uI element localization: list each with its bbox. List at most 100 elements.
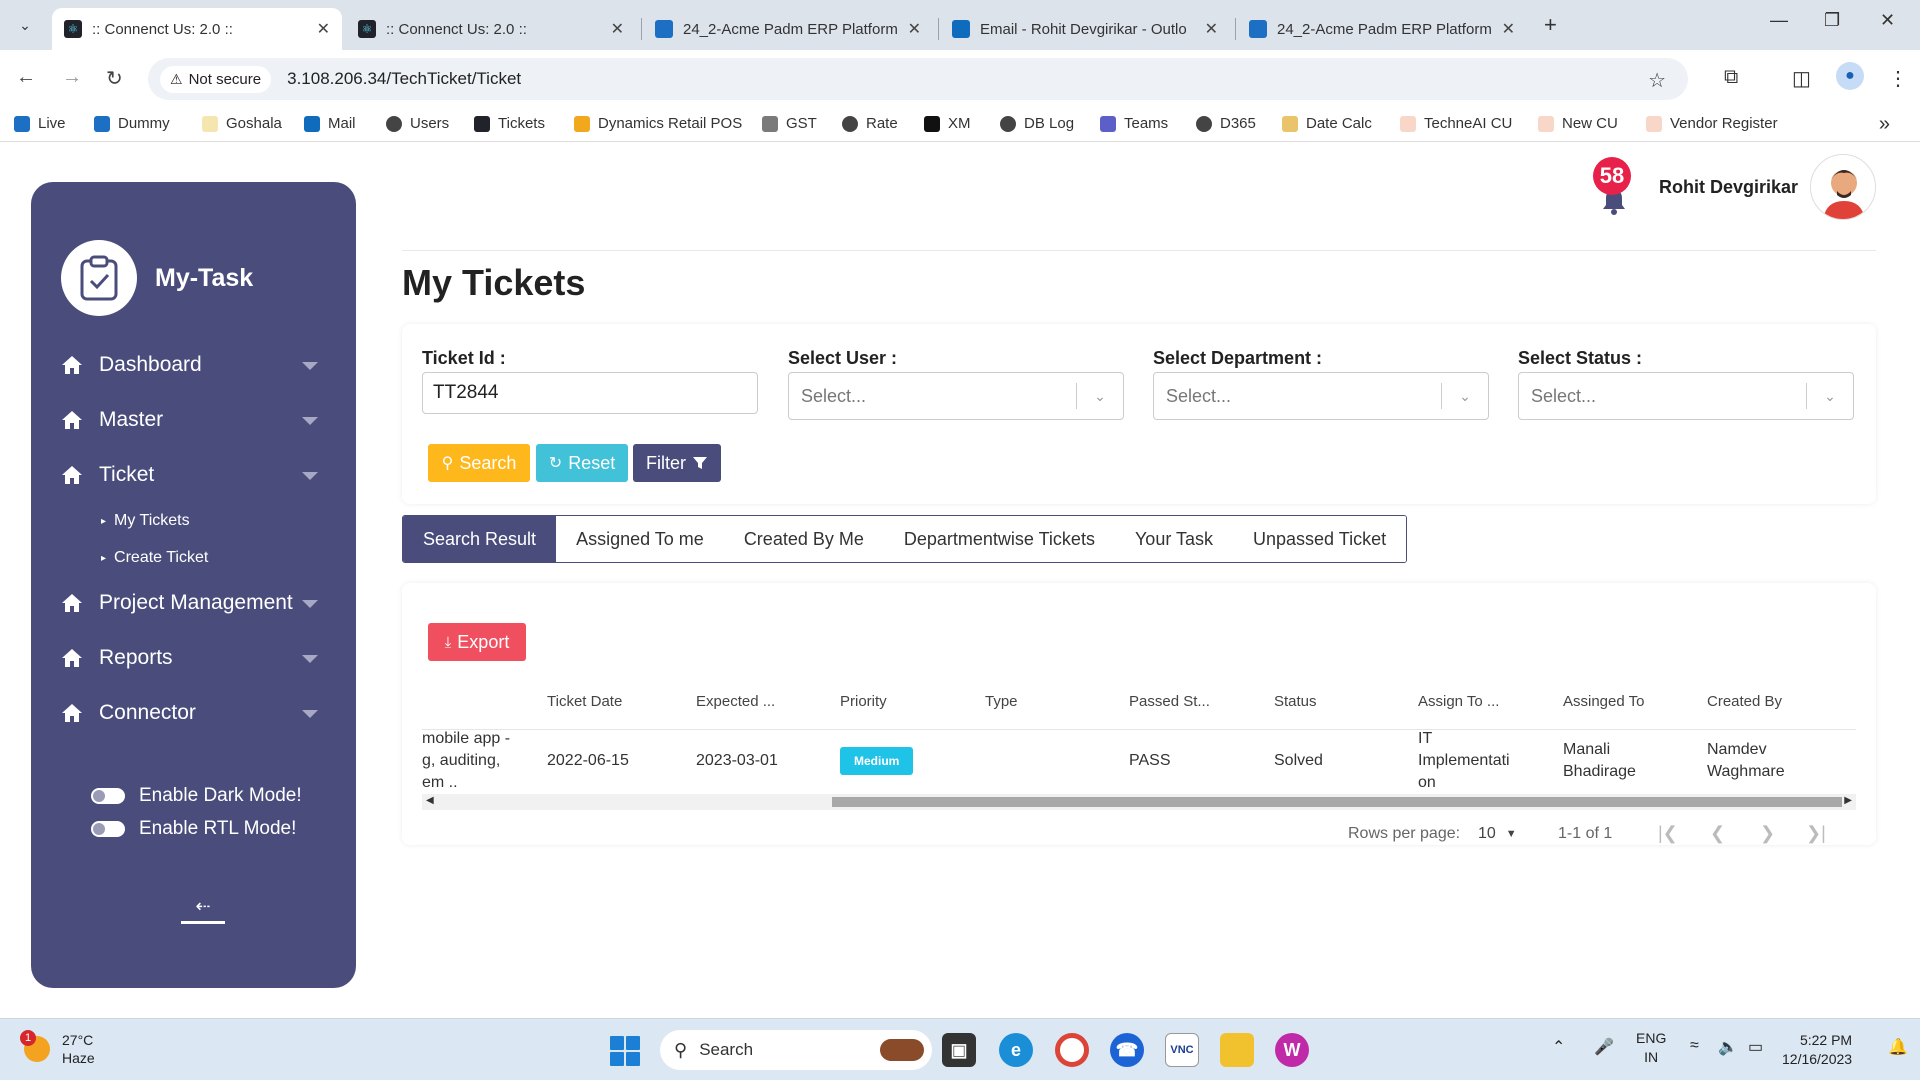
vnc-viewer-icon[interactable]: VNC [1165,1033,1199,1067]
volume-icon[interactable]: 🔈 [1718,1037,1738,1057]
sidebar-item-master[interactable]: Master [61,403,326,437]
more-bookmarks-icon[interactable]: » [1879,113,1890,136]
close-icon[interactable]: ✕ [1205,19,1218,39]
bookmark-tickets[interactable]: Tickets [474,115,545,132]
side-panel-icon[interactable]: ◫ [1792,66,1811,91]
wps-office-icon[interactable]: W [1275,1033,1309,1067]
profile-avatar-icon[interactable]: ● [1836,62,1864,90]
chevron-down-icon[interactable]: ⌄ [1807,388,1853,405]
file-explorer-icon[interactable] [1220,1033,1254,1067]
reset-button[interactable]: ↻ Reset [536,444,628,482]
bookmark-mail[interactable]: Mail [304,115,356,132]
sidebar-subitem-my-tickets[interactable]: ▸ My Tickets [101,512,190,530]
browser-tab-3[interactable]: 24_2-Acme Padm ERP Platform ✕ [643,8,933,50]
url-text[interactable]: 3.108.206.34/TechTicket/Ticket [287,69,521,89]
chrome-browser-icon[interactable] [1055,1033,1089,1067]
export-button[interactable]: ⤓ Export [428,623,526,661]
scroll-left-icon[interactable]: ◀ [426,795,434,806]
wifi-icon[interactable]: ≈ [1690,1037,1699,1055]
tab-search-chevron-icon[interactable]: ⌄ [12,12,38,38]
column-header-priority[interactable]: Priority [840,673,887,729]
bookmark-xm[interactable]: XM [924,115,971,132]
next-page-icon[interactable]: ❯ [1760,823,1775,844]
microphone-icon[interactable]: 🎤 [1594,1037,1614,1057]
window-close-icon[interactable]: ✕ [1880,10,1895,31]
tab-departmentwise-tickets[interactable]: Departmentwise Tickets [883,516,1115,562]
bookmark-dummy[interactable]: Dummy [94,115,170,132]
collapse-sidebar-button[interactable]: ⇠ [181,897,225,931]
column-header-assigned-to[interactable]: Assinged To [1563,673,1644,729]
sidebar-item-reports[interactable]: Reports [61,641,326,675]
filter-button[interactable]: Filter [633,444,721,482]
rtl-mode-toggle[interactable]: Enable RTL Mode! [91,818,296,840]
bookmark-live[interactable]: Live [14,115,66,132]
notification-button[interactable]: 58 [1592,157,1633,217]
bookmark-d365[interactable]: D365 [1196,115,1256,132]
restore-icon[interactable]: ❐ [1824,10,1840,31]
notification-bell-icon[interactable]: 🔔 [1888,1037,1908,1057]
language-indicator[interactable]: ENG IN [1636,1029,1666,1067]
previous-page-icon[interactable]: ❮ [1710,823,1725,844]
column-header-expected[interactable]: Expected ... [696,673,775,729]
close-icon[interactable]: ✕ [1502,19,1515,39]
browser-tab-2[interactable]: ⚛ :: Connenct Us: 2.0 :: ✕ [346,8,636,50]
minimize-icon[interactable]: — [1770,10,1788,31]
kebab-menu-icon[interactable]: ⋮ [1888,66,1908,91]
extensions-puzzle-icon[interactable]: ⧉ [1724,66,1738,89]
sidebar-item-ticket[interactable]: Ticket [61,458,326,492]
column-header-ticket-date[interactable]: Ticket Date [547,673,622,729]
select-status-dropdown[interactable]: Select... ⌄ [1518,372,1854,420]
scrollbar-thumb[interactable] [832,797,1842,807]
select-department-dropdown[interactable]: Select... ⌄ [1153,372,1489,420]
select-user-dropdown[interactable]: Select... ⌄ [788,372,1124,420]
toggle-switch[interactable] [91,788,125,804]
bookmark-vendor-register[interactable]: Vendor Register [1646,115,1778,132]
reload-icon[interactable]: ↻ [106,66,123,91]
tab-unpassed-ticket[interactable]: Unpassed Ticket [1233,516,1407,562]
browser-tab-1[interactable]: ⚛ :: Connenct Us: 2.0 :: ✕ [52,8,342,50]
security-chip[interactable]: ⚠ Not secure [160,65,272,93]
chevron-down-icon[interactable]: ⌄ [1442,388,1488,405]
new-tab-plus-icon[interactable]: + [1544,12,1557,38]
bookmark-gst[interactable]: GST [762,115,817,132]
column-header-created-by[interactable]: Created By [1707,673,1782,729]
phone-app-icon[interactable]: ☎ [1110,1033,1144,1067]
bookmark-dynamics-retail-pos[interactable]: Dynamics Retail POS [574,115,742,132]
bookmark-date-calc[interactable]: Date Calc [1282,115,1372,132]
bookmark-goshala[interactable]: Goshala [202,115,282,132]
edge-browser-icon[interactable]: e [999,1033,1033,1067]
column-header-type[interactable]: Type [985,673,1018,729]
chevron-down-icon[interactable]: ⌄ [1077,388,1123,405]
horizontal-scrollbar[interactable]: ◀ ▶ [422,794,1856,810]
toggle-switch[interactable] [91,821,125,837]
forward-arrow-icon[interactable]: → [62,66,82,89]
bookmark-techneai-cu[interactable]: TechneAI CU [1400,115,1512,132]
close-icon[interactable]: ✕ [611,19,624,39]
close-icon[interactable]: ✕ [908,19,921,39]
sidebar-item-connector[interactable]: Connector [61,696,326,730]
address-bar[interactable]: ⚠ Not secure 3.108.206.34/TechTicket/Tic… [148,58,1688,100]
column-header-passed-status[interactable]: Passed St... [1129,673,1210,729]
tab-your-task[interactable]: Your Task [1114,516,1234,562]
system-clock[interactable]: 5:22 PM 12/16/2023 [1782,1031,1852,1069]
battery-icon[interactable]: ▭ [1748,1037,1763,1057]
tab-created-by-me[interactable]: Created By Me [723,516,884,562]
tray-overflow-chevron-icon[interactable]: ⌃ [1552,1037,1565,1057]
column-header-status[interactable]: Status [1274,673,1317,729]
first-page-icon[interactable]: |❮ [1658,823,1678,844]
taskbar-search[interactable]: ⚲ Search [660,1030,932,1070]
avatar[interactable] [1810,154,1876,220]
user-name[interactable]: Rohit Devgirikar [1659,177,1798,198]
last-page-icon[interactable]: ❯| [1806,823,1826,844]
close-icon[interactable]: ✕ [317,19,330,39]
rows-per-page-select[interactable]: 10 ▼ [1478,825,1517,843]
sidebar-subitem-create-ticket[interactable]: ▸ Create Ticket [101,549,208,567]
sidebar-item-project-management[interactable]: Project Management [61,586,326,620]
bookmark-star-icon[interactable]: ☆ [1648,68,1666,93]
bookmark-db-log[interactable]: DB Log [1000,115,1074,132]
bookmark-teams[interactable]: Teams [1100,115,1168,132]
weather-widget[interactable]: 1 27°C Haze [20,1030,95,1067]
back-arrow-icon[interactable]: ← [16,66,36,89]
browser-tab-5[interactable]: 24_2-Acme Padm ERP Platform ✕ [1237,8,1527,50]
scroll-right-icon[interactable]: ▶ [1844,795,1852,806]
